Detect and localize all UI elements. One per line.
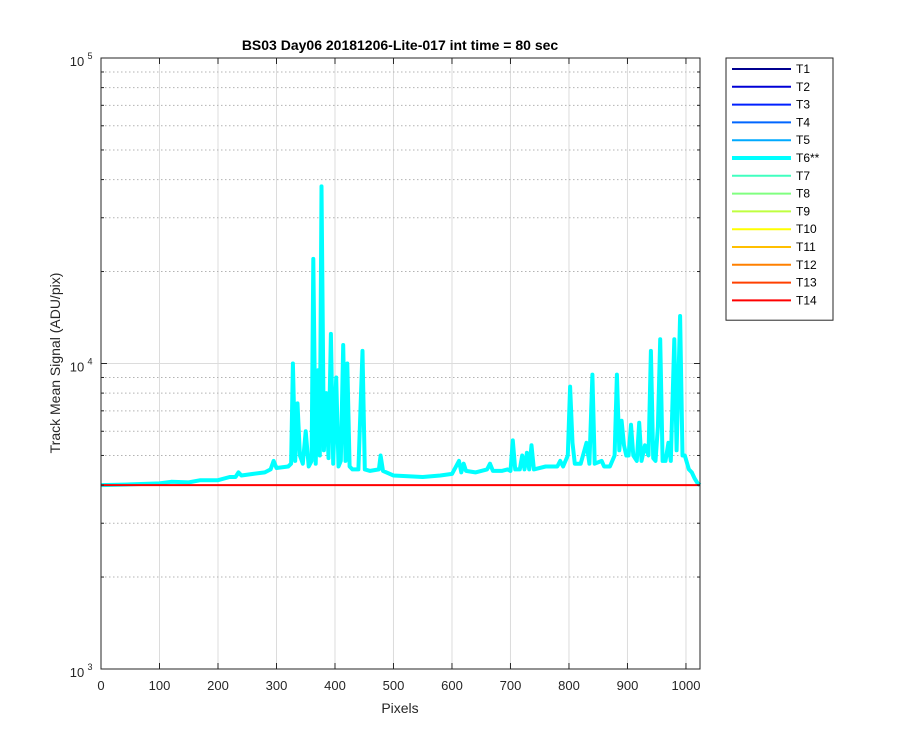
legend-label: T6**: [796, 151, 820, 165]
legend-label: T10: [796, 222, 817, 236]
y-tick-label-exponent: 4: [87, 357, 92, 367]
legend-label: T2: [796, 80, 810, 94]
y-tick-label-base: 10: [70, 360, 84, 375]
x-tick-label: 200: [207, 678, 229, 693]
x-tick-label: 700: [500, 678, 522, 693]
y-axis-label: Track Mean Signal (ADU/pix): [47, 273, 63, 454]
chart-figure: 0 100 200 300 400 500 600 700 800 900 1000 10 3 10 4 10…: [0, 0, 900, 750]
legend-label: T1: [796, 62, 810, 76]
legend-box: [725, 57, 834, 321]
legend-label: T13: [796, 276, 817, 290]
x-tick-label: 400: [324, 678, 346, 693]
legend-label: T7: [796, 169, 810, 183]
x-tick-label: 900: [617, 678, 639, 693]
legend-label: T11: [796, 240, 816, 254]
y-tick-label-base: 10: [70, 665, 84, 680]
legend-label: T5: [796, 133, 810, 147]
x-tick-label: 300: [266, 678, 288, 693]
y-tick-label-exponent: 5: [87, 51, 92, 61]
legend-label: T12: [796, 258, 817, 272]
x-tick-label: 500: [383, 678, 405, 693]
chart-title: BS03 Day06 20181206-Lite-017 int time = …: [242, 37, 559, 53]
legend-label: T8: [796, 187, 810, 201]
legend[interactable]: T1 T2 T3 T4 T5 T6** T7 T8 T9 T10 T11 T12 T13 T14: [725, 57, 834, 321]
x-tick-label: 0: [97, 678, 104, 693]
y-tick-label: 10 4: [70, 357, 93, 375]
y-tick-label: 10 3: [70, 662, 93, 680]
y-tick-label-exponent: 3: [87, 662, 92, 672]
x-tick-label: 100: [149, 678, 171, 693]
legend-label: T3: [796, 98, 810, 112]
x-tick-label: 600: [441, 678, 463, 693]
x-axis-label: Pixels: [381, 700, 418, 716]
legend-label: T4: [796, 115, 810, 129]
x-tick-label: 800: [558, 678, 580, 693]
y-tick-label: 10 5: [70, 51, 93, 69]
line-chart: 0 100 200 300 400 500 600 700 800 900 100010 310 410…: [47, 37, 834, 716]
x-tick-label: 1000: [672, 678, 701, 693]
y-tick-label-base: 10: [70, 54, 84, 69]
legend-label: T14: [796, 293, 817, 307]
legend-label: T9: [796, 204, 810, 218]
